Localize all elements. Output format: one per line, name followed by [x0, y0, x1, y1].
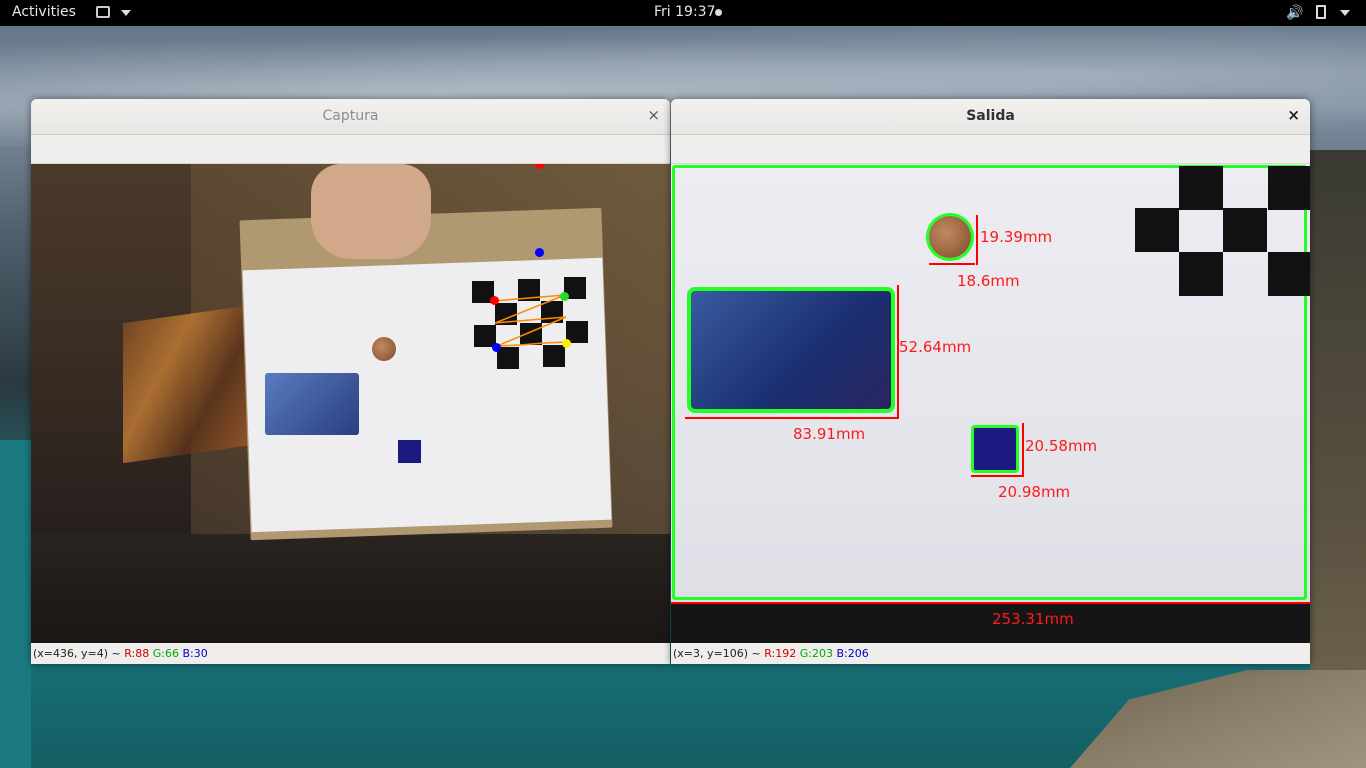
- close-icon[interactable]: ×: [1287, 106, 1300, 124]
- pixel-red-value: R:192: [764, 647, 797, 660]
- camera-capture-image[interactable]: [31, 164, 670, 643]
- battery-icon[interactable]: [1316, 5, 1326, 19]
- coin-object: [929, 216, 971, 258]
- square-width-label: 20.98mm: [998, 483, 1071, 501]
- coin-height-line: [976, 215, 978, 265]
- cursor-coords: (x=3, y=106) ~: [673, 647, 761, 660]
- salida-statusbar: (x=3, y=106) ~ R:192 G:203 B:206: [671, 644, 1310, 664]
- sheet-width-line: [671, 602, 1310, 604]
- checker-square: [1223, 208, 1267, 252]
- checker-square: [1135, 208, 1179, 252]
- sheet-width-label: 253.31mm: [992, 610, 1074, 628]
- square-width-line: [971, 475, 1024, 477]
- app-menu-arrow-icon[interactable]: [121, 10, 131, 16]
- salida-window[interactable]: Salida × 19.39mm 18.6mm 52.64mm 83.91mm …: [671, 99, 1310, 664]
- wallpaper-rocks: [1070, 670, 1366, 768]
- square-object: [971, 425, 1019, 473]
- sheet-background: 19.39mm 18.6mm 52.64mm 83.91mm 20.58mm 2…: [671, 164, 1310, 643]
- window-title: Captura: [322, 108, 379, 124]
- card-width-label: 83.91mm: [793, 425, 866, 443]
- pixel-blue-value: B:206: [836, 647, 869, 660]
- window-title: Salida: [966, 108, 1015, 124]
- corner-point-yellow: [562, 339, 571, 348]
- wallpaper-water: [0, 440, 31, 768]
- corner-point-red: [490, 296, 499, 305]
- dark-strip: [671, 604, 1310, 643]
- pixel-blue-value: B:30: [182, 647, 208, 660]
- coin-height-label: 19.39mm: [980, 228, 1053, 246]
- card-width-line: [685, 417, 899, 419]
- captura-window[interactable]: Captura × (x=436, y=4) ~ R:88 G:66 B:30: [31, 99, 670, 664]
- coin-width-line: [929, 263, 975, 265]
- pixel-red-value: R:88: [124, 647, 150, 660]
- cursor-coords: (x=436, y=4) ~: [33, 647, 121, 660]
- clock[interactable]: Fri 19:37: [654, 4, 715, 20]
- captura-toolbar: [31, 135, 670, 164]
- salida-toolbar: [671, 135, 1310, 164]
- checker-square: [1179, 252, 1223, 296]
- app-menu-icon[interactable]: [96, 6, 110, 18]
- captura-titlebar[interactable]: Captura ×: [31, 99, 670, 135]
- corner-point-green: [560, 292, 569, 301]
- checker-square: [1179, 166, 1223, 210]
- notification-dot-icon: [715, 9, 722, 16]
- salida-titlebar[interactable]: Salida ×: [671, 99, 1310, 135]
- close-icon[interactable]: ×: [647, 106, 660, 124]
- marker-point-blue: [535, 248, 544, 257]
- volume-icon[interactable]: 🔊: [1286, 5, 1303, 21]
- checker-square: [1268, 252, 1310, 296]
- system-menu-arrow-icon[interactable]: [1340, 10, 1350, 16]
- pixel-green-value: G:203: [799, 647, 833, 660]
- corner-detection-overlay: [493, 294, 568, 347]
- corner-point-blue: [492, 343, 501, 352]
- coin-width-label: 18.6mm: [957, 272, 1020, 290]
- card-object: [687, 287, 895, 413]
- pixel-green-value: G:66: [152, 647, 179, 660]
- square-height-line: [1022, 423, 1024, 477]
- card-height-label: 52.64mm: [899, 338, 972, 356]
- room-background: [31, 164, 670, 643]
- captura-statusbar: (x=436, y=4) ~ R:88 G:66 B:30: [31, 644, 670, 664]
- checker-square: [1268, 166, 1310, 210]
- top-bar: Activities Fri 19:37 🔊: [0, 0, 1366, 26]
- activities-button[interactable]: Activities: [12, 4, 76, 20]
- rectified-output-image[interactable]: 19.39mm 18.6mm 52.64mm 83.91mm 20.58mm 2…: [671, 164, 1310, 643]
- square-height-label: 20.58mm: [1025, 437, 1098, 455]
